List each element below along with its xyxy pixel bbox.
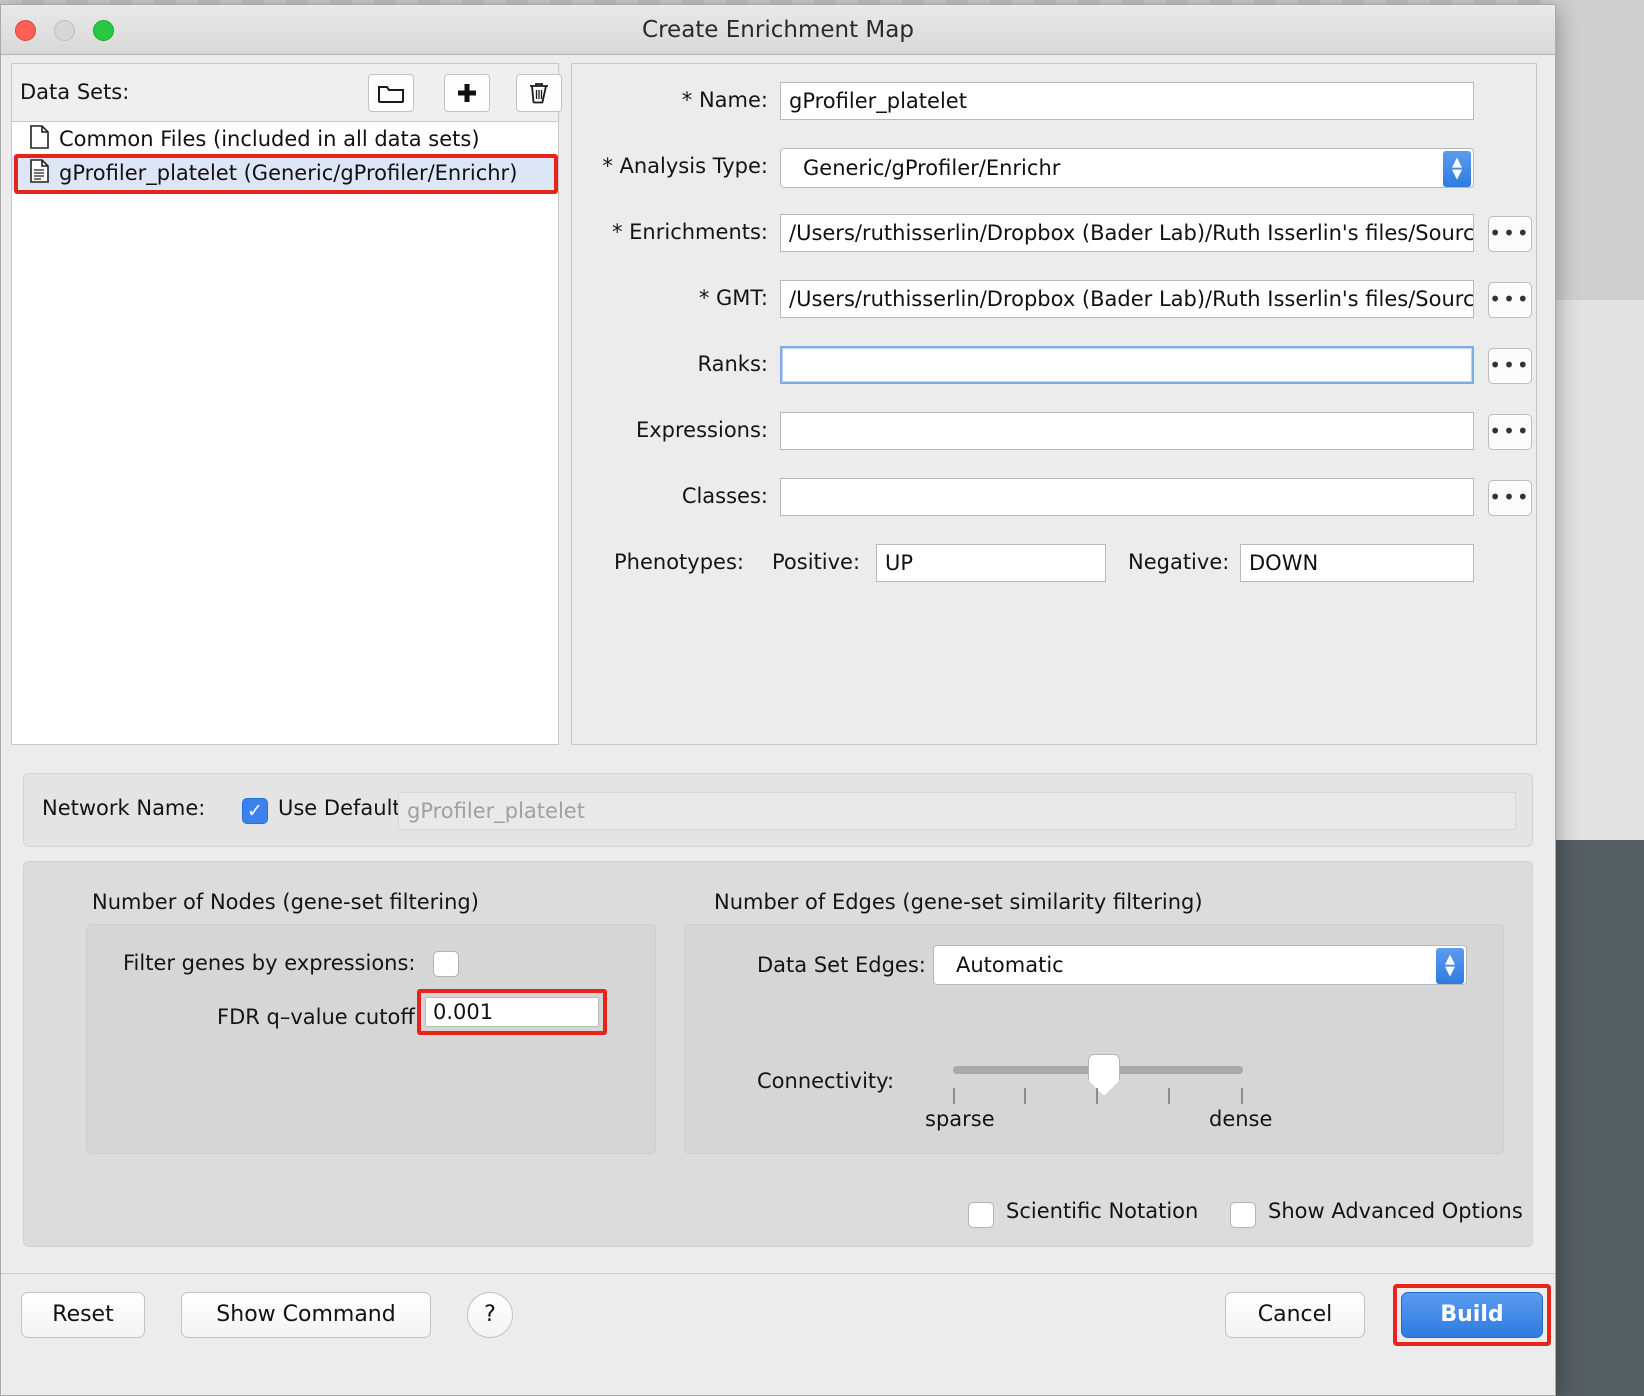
add-dataset-button[interactable]: [444, 74, 490, 112]
list-item-gprofiler-platelet[interactable]: gProfiler_platelet (Generic/gProfiler/En…: [12, 156, 558, 190]
field-row-phenotypes: Phenotypes: Positive: UP Negative: DOWN: [572, 536, 1536, 592]
gmt-browse-button[interactable]: •••: [1488, 282, 1532, 318]
negative-phenotype-input[interactable]: DOWN: [1240, 544, 1474, 582]
ranks-input[interactable]: [780, 346, 1474, 384]
dataset-edges-label: Data Set Edges:: [757, 953, 926, 977]
edges-group-title: Number of Edges (gene-set similarity fil…: [714, 890, 1203, 914]
classes-label: Classes:: [681, 484, 768, 508]
edges-group-box: Data Set Edges: Automatic ▲ ▼ Connectivit…: [684, 924, 1504, 1154]
ranks-label: Ranks:: [697, 352, 769, 376]
classes-input[interactable]: [780, 478, 1474, 516]
enrichments-browse-button[interactable]: •••: [1488, 216, 1532, 252]
positive-label: Positive:: [772, 550, 861, 574]
background-right-panel: [1554, 0, 1644, 1396]
field-row-enrichments: * Enrichments: /Users/ruthisserlin/Dropb…: [572, 206, 1536, 262]
datasets-panel: Data Sets: Common Files (included in all…: [11, 63, 562, 745]
window-titlebar: Create Enrichment Map: [1, 5, 1555, 55]
nodes-group-box: Filter genes by expressions: FDR q–value…: [86, 924, 656, 1154]
field-row-classes: Classes: •••: [572, 470, 1536, 526]
field-row-gmt: * GMT: /Users/ruthisserlin/Dropbox (Bade…: [572, 272, 1536, 328]
field-row-ranks: Ranks: •••: [572, 338, 1536, 394]
expressions-label: Expressions:: [635, 418, 768, 442]
create-enrichment-map-dialog: Create Enrichment Map Data Sets: Common …: [0, 4, 1556, 1396]
fdr-cutoff-label: FDR q–value cutoff:: [217, 1005, 422, 1029]
file-icon: [30, 124, 49, 154]
chevron-updown-icon: ▲ ▼: [1436, 948, 1464, 984]
slider-ticks: [953, 1088, 1243, 1106]
network-name-bar: Network Name: ✓ Use Default gProfiler_pl…: [23, 773, 1533, 847]
analysis-type-label: * Analysis Type:: [602, 154, 768, 178]
dataset-edges-value: Automatic: [956, 953, 1064, 977]
build-button[interactable]: Build: [1401, 1292, 1543, 1338]
scientific-notation-checkbox[interactable]: [968, 1202, 994, 1228]
list-item-label: gProfiler_platelet (Generic/gProfiler/En…: [59, 161, 518, 185]
phenotypes-label: Phenotypes:: [614, 550, 744, 574]
dialog-top-area: Data Sets: Common Files (included in all…: [1, 55, 1555, 755]
datasets-list[interactable]: Common Files (included in all data sets)…: [11, 121, 559, 745]
name-input[interactable]: gProfiler_platelet: [780, 82, 1474, 120]
delete-dataset-button[interactable]: [516, 74, 562, 112]
nodes-group-title: Number of Nodes (gene-set filtering): [92, 890, 479, 914]
network-name-input[interactable]: gProfiler_platelet: [398, 792, 1516, 830]
dialog-button-bar: Reset Show Command ? Cancel Build: [1, 1273, 1555, 1395]
background-pane-middle: [1554, 300, 1644, 840]
network-name-label: Network Name:: [42, 796, 206, 820]
gmt-input[interactable]: /Users/ruthisserlin/Dropbox (Bader Lab)/…: [780, 280, 1474, 318]
filter-genes-label: Filter genes by expressions:: [123, 951, 416, 975]
field-row-name: * Name: gProfiler_platelet: [572, 74, 1536, 130]
negative-label: Negative:: [1128, 550, 1230, 574]
connectivity-dense-label: dense: [1209, 1107, 1273, 1131]
connectivity-sparse-label: sparse: [925, 1107, 995, 1131]
expressions-browse-button[interactable]: •••: [1488, 414, 1532, 450]
gmt-label: * GMT:: [698, 286, 768, 310]
plus-icon: [455, 81, 479, 105]
filters-section: Number of Nodes (gene-set filtering) Fil…: [23, 861, 1533, 1247]
positive-phenotype-input[interactable]: UP: [876, 544, 1106, 582]
list-item-common-files[interactable]: Common Files (included in all data sets): [12, 122, 558, 156]
ranks-browse-button[interactable]: •••: [1488, 348, 1532, 384]
datasets-label: Data Sets:: [20, 80, 130, 104]
use-default-label: Use Default: [278, 796, 401, 820]
folder-icon: [378, 83, 404, 103]
show-command-button[interactable]: Show Command: [181, 1292, 431, 1338]
fdr-cutoff-input[interactable]: 0.001: [425, 997, 599, 1027]
background-pane-bottom: [1554, 840, 1644, 1396]
analysis-type-select[interactable]: Generic/gProfiler/Enrichr ▲ ▼: [780, 148, 1474, 188]
connectivity-label: Connectivity:: [757, 1069, 895, 1093]
connectivity-slider[interactable]: [953, 1050, 1243, 1110]
analysis-type-value: Generic/gProfiler/Enrichr: [803, 156, 1061, 180]
use-default-checkbox[interactable]: ✓: [242, 798, 268, 824]
dataset-details-panel: * Name: gProfiler_platelet * Analysis Ty…: [571, 63, 1537, 745]
filter-genes-checkbox[interactable]: [433, 951, 459, 977]
classes-browse-button[interactable]: •••: [1488, 480, 1532, 516]
field-row-expressions: Expressions: •••: [572, 404, 1536, 460]
show-advanced-options-label: Show Advanced Options: [1268, 1199, 1523, 1223]
show-advanced-options-checkbox[interactable]: [1230, 1202, 1256, 1228]
dataset-edges-select[interactable]: Automatic ▲ ▼: [933, 945, 1467, 985]
cancel-button[interactable]: Cancel: [1225, 1292, 1365, 1338]
list-item-label: Common Files (included in all data sets): [59, 127, 480, 151]
scientific-notation-label: Scientific Notation: [1006, 1199, 1199, 1223]
enrichments-input[interactable]: /Users/ruthisserlin/Dropbox (Bader Lab)/…: [780, 214, 1474, 252]
field-row-analysis-type: * Analysis Type: Generic/gProfiler/Enric…: [572, 140, 1536, 196]
expressions-input[interactable]: [780, 412, 1474, 450]
chevron-updown-icon: ▲ ▼: [1443, 151, 1471, 187]
name-label: * Name:: [681, 88, 768, 112]
help-button[interactable]: ?: [467, 1292, 513, 1338]
open-folder-button[interactable]: [368, 74, 414, 112]
background-pane-top: [1554, 0, 1644, 300]
document-icon: [30, 158, 49, 188]
trash-icon: [528, 81, 550, 105]
reset-button[interactable]: Reset: [21, 1292, 145, 1338]
enrichments-label: * Enrichments:: [611, 220, 768, 244]
window-title: Create Enrichment Map: [642, 17, 914, 43]
datasets-header: Data Sets:: [11, 63, 562, 121]
